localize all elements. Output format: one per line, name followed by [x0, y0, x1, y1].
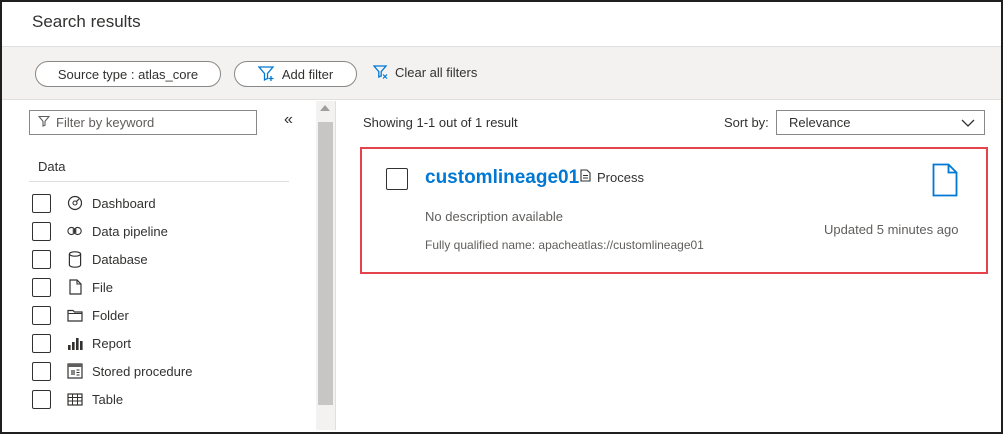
database-icon — [67, 250, 83, 268]
asset-type-database[interactable]: Database — [32, 245, 192, 273]
filter-sidebar: Filter by keyword « Data Dashboard Data … — [4, 101, 335, 430]
sort-by-value: Relevance — [789, 115, 851, 130]
filter-bar: Source type : atlas_core Add filter Clea… — [2, 47, 1001, 100]
result-updated-time: Updated 5 minutes ago — [824, 222, 959, 237]
data-pipeline-icon — [67, 223, 83, 239]
clear-all-filters-label: Clear all filters — [395, 65, 478, 80]
asset-type-table[interactable]: Table — [32, 385, 192, 413]
table-checkbox[interactable] — [32, 389, 51, 409]
add-filter-icon — [257, 66, 276, 82]
folder-checkbox[interactable] — [32, 305, 51, 325]
result-name-link[interactable]: customlineage01 — [425, 167, 579, 189]
result-checkbox[interactable] — [386, 168, 408, 190]
keyword-filter-placeholder: Filter by keyword — [56, 115, 155, 130]
scrollbar-thumb[interactable] — [318, 122, 333, 405]
report-icon — [67, 335, 83, 351]
dashboard-label: Dashboard — [92, 195, 156, 211]
asset-type-report[interactable]: Report — [32, 329, 192, 357]
sort-by-label: Sort by: — [724, 115, 769, 130]
folder-label: Folder — [92, 307, 129, 323]
clear-filter-icon — [373, 65, 389, 80]
process-icon — [580, 169, 591, 185]
chevron-down-icon — [960, 116, 976, 133]
asset-type-data-pipeline[interactable]: Data pipeline — [32, 217, 192, 245]
add-filter-label: Add filter — [281, 66, 334, 82]
table-label: Table — [92, 391, 124, 407]
folder-icon — [67, 307, 83, 323]
stored-procedure-label: Stored procedure — [92, 363, 193, 379]
search-results-window: Search results Source type : atlas_core … — [0, 0, 1003, 434]
data-section-label: Data — [38, 159, 66, 174]
source-type-filter-pill[interactable]: Source type : atlas_core — [35, 61, 221, 87]
file-icon — [67, 279, 83, 295]
data-pipeline-label: Data pipeline — [92, 223, 168, 239]
sort-by-dropdown[interactable]: Relevance — [776, 110, 985, 135]
add-filter-button[interactable]: Add filter — [234, 61, 357, 87]
clear-all-filters-button[interactable]: Clear all filters — [373, 65, 477, 80]
page-title: Search results — [32, 12, 141, 31]
asset-type-stored-procedure[interactable]: Stored procedure — [32, 357, 192, 385]
database-checkbox[interactable] — [32, 249, 51, 269]
divider — [29, 181, 289, 182]
result-type-label: Process — [597, 169, 644, 185]
sidebar-scrollbar[interactable] — [316, 101, 335, 430]
divider — [335, 101, 336, 430]
results-summary: Showing 1-1 out of 1 result — [363, 115, 518, 130]
stored-procedure-icon — [67, 363, 83, 379]
report-checkbox[interactable] — [32, 333, 51, 353]
report-label: Report — [92, 335, 132, 351]
keyword-filter-input[interactable]: Filter by keyword — [29, 110, 257, 135]
dashboard-icon — [67, 195, 83, 211]
file-label: File — [92, 279, 113, 295]
collapse-sidebar-button[interactable]: « — [284, 111, 293, 129]
asset-type-file[interactable]: File — [32, 273, 192, 301]
search-result-card[interactable]: customlineage01 Process No description a… — [360, 147, 988, 274]
table-icon — [67, 391, 83, 407]
database-label: Database — [92, 251, 148, 267]
document-icon — [932, 163, 958, 202]
data-pipeline-checkbox[interactable] — [32, 221, 51, 241]
result-description: No description available — [425, 209, 564, 224]
result-type: Process — [580, 169, 644, 185]
dashboard-checkbox[interactable] — [32, 193, 51, 213]
result-qualified-name: Fully qualified name: apacheatlas://cust… — [425, 238, 704, 252]
asset-type-dashboard[interactable]: Dashboard — [32, 189, 192, 217]
file-checkbox[interactable] — [32, 277, 51, 297]
scroll-up-arrow-icon[interactable] — [320, 105, 330, 111]
stored-procedure-checkbox[interactable] — [32, 361, 51, 381]
asset-type-folder[interactable]: Folder — [32, 301, 192, 329]
filter-icon — [37, 115, 51, 130]
asset-type-list: Dashboard Data pipeline Database File Fo… — [32, 189, 192, 413]
